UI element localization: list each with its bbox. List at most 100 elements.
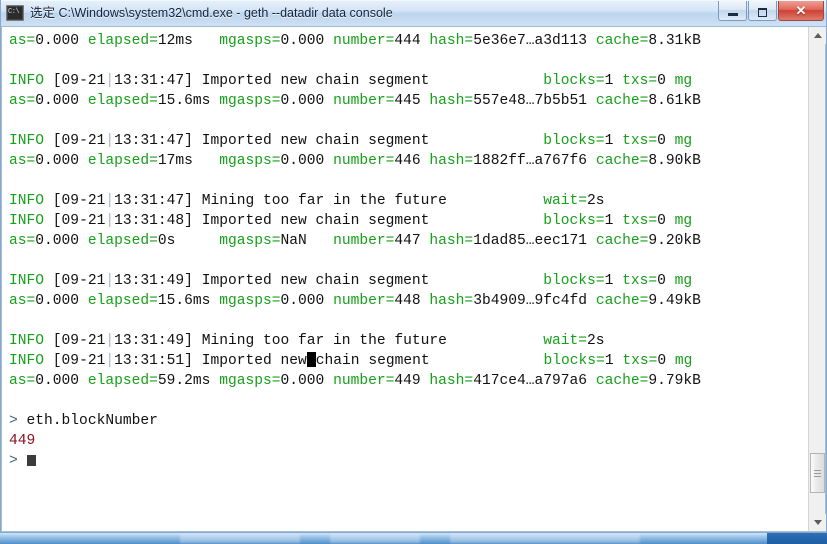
cmd-icon — [6, 5, 24, 21]
log-value: 447 — [394, 233, 430, 249]
log-value: 9.20kB — [648, 233, 701, 249]
log-value: 0 — [657, 213, 675, 229]
log-value: [09-21 — [52, 133, 106, 149]
log-value: 449 — [9, 433, 36, 449]
text-selection-block — [306, 352, 316, 367]
log-key: elapsed= — [87, 293, 158, 309]
log-value: Imported new chain segment — [201, 133, 430, 149]
console-line: as=0.000 elapsed=59.2ms mgasps=0.000 num… — [9, 371, 808, 391]
log-value: 5e36e7…a3d113 — [473, 33, 596, 49]
log-value: 445 — [394, 93, 430, 109]
console-line: INFO [09-21|13:31:47] Imported new chain… — [9, 71, 808, 91]
log-value: | — [105, 333, 115, 349]
log-value: 13:31:47] — [114, 73, 202, 89]
log-value: 8.61kB — [648, 93, 701, 109]
log-value: 0.000 — [280, 293, 334, 309]
log-value: 1 — [604, 273, 623, 289]
log-key: elapsed= — [87, 373, 158, 389]
log-key: INFO — [9, 353, 53, 369]
log-value: 15.6ms — [157, 293, 220, 309]
maximize-button[interactable] — [748, 1, 777, 21]
console-line: INFO [09-21|13:31:51] Imported new chain … — [9, 351, 808, 371]
log-value: 0.000 — [280, 373, 334, 389]
console-line: INFO [09-21|13:31:47] Imported new chain… — [9, 131, 808, 151]
window-controls: ✕ — [717, 1, 824, 24]
log-value — [447, 193, 543, 209]
log-key: blocks= — [543, 133, 605, 149]
log-value: 2s — [587, 333, 605, 349]
log-key: mg — [674, 73, 693, 89]
log-value: 0s — [157, 233, 220, 249]
log-key: hash= — [429, 233, 474, 249]
console-line: as=0.000 elapsed=15.6ms mgasps=0.000 num… — [9, 91, 808, 111]
console-line: INFO [09-21|13:31:48] Imported new chain… — [9, 211, 808, 231]
console-line: as=0.000 elapsed=0s mgasps=NaN number=44… — [9, 231, 808, 251]
console-line: > — [9, 451, 808, 471]
close-button[interactable]: ✕ — [778, 1, 824, 21]
log-key: mg — [674, 213, 693, 229]
log-value: [09-21 — [52, 73, 106, 89]
log-value: [09-21 — [52, 273, 106, 289]
log-key: txs= — [622, 273, 658, 289]
log-value — [447, 333, 543, 349]
taskbar-accent — [767, 533, 827, 544]
console-output[interactable]: as=0.000 elapsed=12ms mgasps=0.000 numbe… — [2, 27, 808, 531]
log-key: blocks= — [543, 73, 605, 89]
log-key: mgasps= — [219, 93, 281, 109]
log-key: mgasps= — [219, 153, 281, 169]
log-key: INFO — [9, 273, 53, 289]
scrollbar-grip-icon — [814, 470, 821, 477]
log-key: txs= — [622, 353, 658, 369]
console-line: INFO [09-21|13:31:49] Imported new chain… — [9, 271, 808, 291]
log-value: 0.000 — [280, 153, 334, 169]
console-line: as=0.000 elapsed=15.6ms mgasps=0.000 num… — [9, 291, 808, 311]
log-key: mgasps= — [219, 233, 281, 249]
log-key: hash= — [429, 373, 474, 389]
log-value: eth.blockNumber — [26, 413, 158, 429]
taskbar[interactable] — [0, 533, 827, 544]
log-key: hash= — [429, 93, 474, 109]
log-value: [09-21 — [52, 333, 106, 349]
log-key: mg — [674, 133, 693, 149]
log-value: 449 — [394, 373, 430, 389]
minimize-icon — [719, 4, 746, 18]
scroll-down-button[interactable] — [809, 514, 826, 531]
scroll-up-button[interactable] — [809, 27, 826, 44]
log-value: NaN — [280, 233, 334, 249]
log-key: number= — [333, 293, 395, 309]
console-area: as=0.000 elapsed=12ms mgasps=0.000 numbe… — [1, 27, 826, 532]
log-key: hash= — [429, 153, 474, 169]
log-value: 0.000 — [35, 233, 88, 249]
log-value: | — [105, 213, 115, 229]
log-value: 0.000 — [280, 33, 334, 49]
log-key: mgasps= — [219, 293, 281, 309]
log-key: as= — [9, 153, 36, 169]
log-key: txs= — [622, 73, 658, 89]
log-key: cache= — [595, 93, 649, 109]
log-value — [429, 133, 543, 149]
log-key: INFO — [9, 193, 53, 209]
log-key: as= — [9, 373, 36, 389]
log-key: elapsed= — [87, 153, 158, 169]
log-value: 0.000 — [35, 293, 88, 309]
log-key: cache= — [595, 293, 649, 309]
log-value: 13:31:48] — [114, 213, 202, 229]
log-key: number= — [333, 373, 395, 389]
log-key: mg — [674, 353, 693, 369]
log-value: [09-21 — [52, 353, 106, 369]
log-value: 1 — [604, 353, 623, 369]
minimize-button[interactable] — [718, 1, 747, 21]
log-value: 417ce4…a797a6 — [473, 373, 596, 389]
log-value: Mining too far in the future — [201, 333, 447, 349]
scrollbar-thumb[interactable] — [810, 453, 825, 493]
log-key: INFO — [9, 333, 53, 349]
title-bar[interactable]: 选定 C:\Windows\system32\cmd.exe - geth --… — [1, 0, 826, 27]
console-scrollbar[interactable] — [808, 27, 826, 531]
log-value: 446 — [394, 153, 430, 169]
log-value: [09-21 — [52, 193, 106, 209]
log-value: 0.000 — [35, 93, 88, 109]
